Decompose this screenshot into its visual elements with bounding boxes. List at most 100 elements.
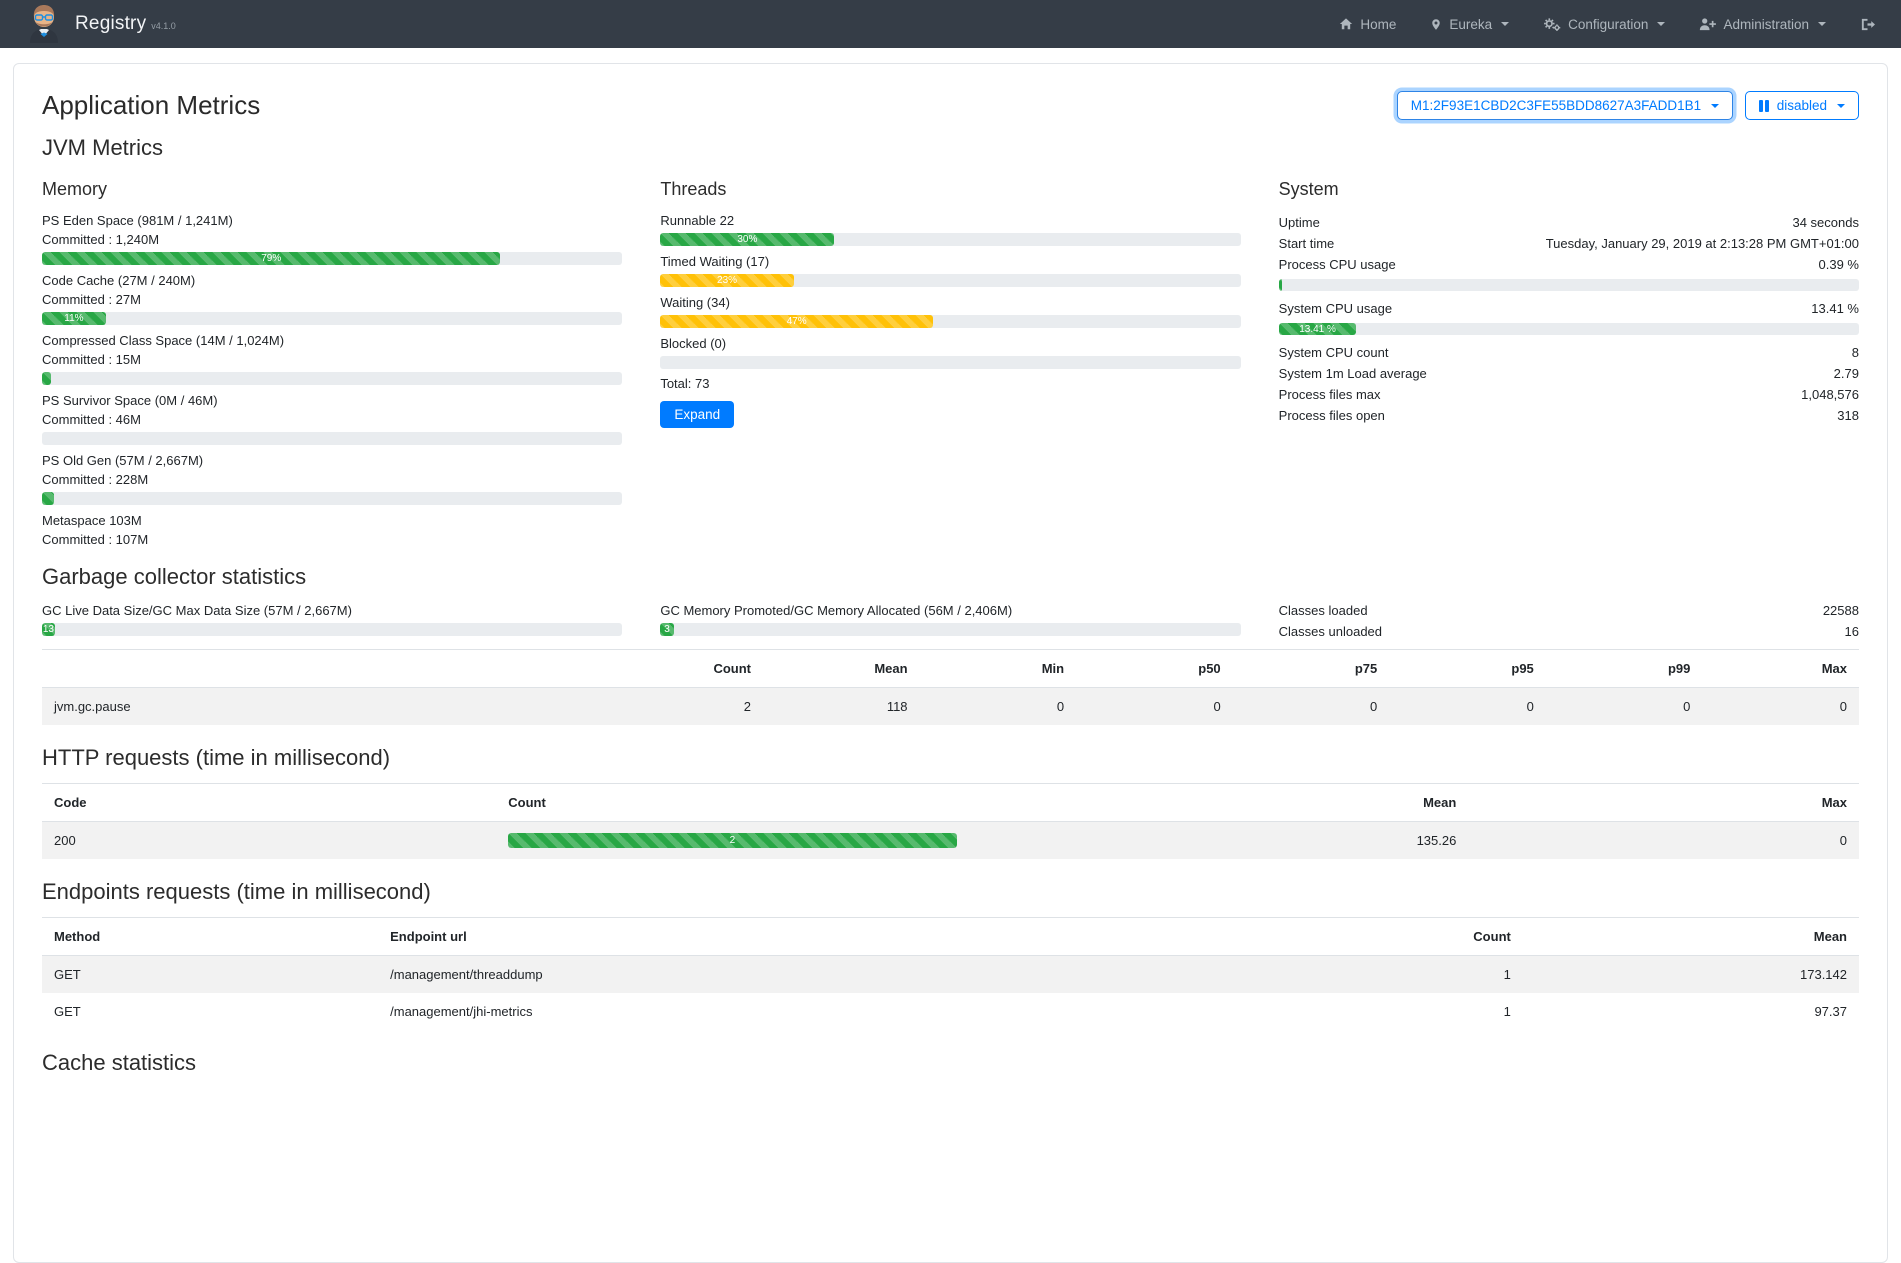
- column-header-p75: p75: [1233, 650, 1390, 688]
- http-count-progress-bar: 2: [508, 833, 956, 848]
- app-title: Registry: [75, 13, 146, 34]
- memory-entry: Code Cache (27M / 240M) Committed : 27M …: [42, 272, 622, 325]
- nav-label-eureka: Eureka: [1449, 17, 1492, 32]
- navbar: Registryv4.1.0 Home Eureka: [0, 0, 1901, 48]
- cell-mean: 173.142: [1523, 956, 1859, 994]
- row-label: System 1m Load average: [1279, 364, 1427, 383]
- table-row: GET /management/jhi-metrics 1 97.37: [42, 993, 1859, 1030]
- column-header-count: Count: [606, 650, 763, 688]
- system-row-start-time: Start time Tuesday, January 29, 2019 at …: [1279, 233, 1859, 254]
- memory-entry: PS Eden Space (981M / 1,241M) Committed …: [42, 212, 622, 265]
- row-value: 34 seconds: [1792, 213, 1859, 232]
- chevron-down-icon: [1837, 104, 1845, 108]
- column-header-p50: p50: [1076, 650, 1233, 688]
- row-label: Uptime: [1279, 213, 1320, 232]
- cell-mean: 118: [763, 688, 920, 726]
- brand[interactable]: Registryv4.1.0: [26, 3, 176, 46]
- memory-committed-label: Committed : 228M: [42, 471, 622, 488]
- chevron-down-icon: [1501, 22, 1509, 26]
- memory-progress-bar: [42, 372, 622, 385]
- nav-item-administration[interactable]: Administration: [1699, 17, 1826, 32]
- sign-out-button[interactable]: [1860, 17, 1875, 32]
- cell-p50: 0: [1076, 688, 1233, 726]
- instance-select-dropdown[interactable]: M1:2F93E1CBD2C3FE55BDD8627A3FADD1B1: [1397, 91, 1733, 120]
- user-plus-icon: [1699, 17, 1716, 31]
- progress-fill: 11%: [42, 312, 106, 325]
- memory-progress-bar: [42, 492, 622, 505]
- row-value: Tuesday, January 29, 2019 at 2:13:28 PM …: [1546, 234, 1859, 253]
- process-cpu-progress-bar: [1279, 279, 1859, 291]
- progress-fill: 47%: [660, 315, 933, 328]
- jhipster-avatar-logo: [26, 3, 62, 46]
- http-requests-heading: HTTP requests (time in millisecond): [42, 745, 1859, 771]
- table-row: GET /management/threaddump 1 173.142: [42, 956, 1859, 994]
- memory-column: Memory PS Eden Space (981M / 1,241M) Com…: [42, 173, 622, 550]
- refresh-dropdown-label: disabled: [1777, 98, 1827, 113]
- nav-item-eureka[interactable]: Eureka: [1430, 17, 1509, 32]
- chevron-down-icon: [1711, 104, 1719, 108]
- navbar-menu: Home Eureka: [1339, 17, 1875, 32]
- thread-entry: Waiting (34) 47%: [660, 294, 1240, 328]
- row-value: 2.79: [1834, 364, 1859, 383]
- progress-fill: 3: [660, 623, 673, 636]
- refresh-disabled-dropdown[interactable]: disabled: [1745, 91, 1859, 120]
- system-cpu-progress-bar: 13.41 %: [1279, 323, 1859, 335]
- threads-total: Total: 73: [660, 376, 1240, 391]
- cache-statistics-heading: Cache statistics: [42, 1050, 1859, 1076]
- cell-method: GET: [42, 993, 378, 1030]
- http-requests-table: Code Count Mean Max 200 2 135.26 0: [42, 783, 1859, 859]
- progress-fill: [1279, 279, 1282, 291]
- progress-fill: 30%: [660, 233, 834, 246]
- memory-committed-label: Committed : 107M: [42, 531, 622, 548]
- memory-progress-bar: [42, 432, 622, 445]
- system-column: System Uptime 34 seconds Start time Tues…: [1279, 173, 1859, 550]
- column-header-count: Count: [496, 784, 968, 822]
- expand-button[interactable]: Expand: [660, 401, 734, 428]
- thread-progress-bar: 30%: [660, 233, 1240, 246]
- pause-icon: [1759, 100, 1769, 112]
- nav-label-home: Home: [1360, 17, 1396, 32]
- cell-p99: 0: [1546, 688, 1703, 726]
- page-title: Application Metrics: [42, 90, 260, 121]
- endpoints-table-header-row: Method Endpoint url Count Mean: [42, 918, 1859, 956]
- memory-pool-label: Metaspace 103M: [42, 512, 622, 529]
- memory-heading: Memory: [42, 179, 622, 200]
- gc-metric-name: jvm.gc.pause: [42, 688, 606, 726]
- thread-state-label: Runnable 22: [660, 212, 1240, 229]
- progress-fill: 13: [42, 623, 55, 636]
- table-row: 200 2 135.26 0: [42, 822, 1859, 860]
- memory-entry: Metaspace 103M Committed : 107M: [42, 512, 622, 548]
- memory-pool-label: Code Cache (27M / 240M): [42, 272, 622, 289]
- cell-count: 1: [1169, 993, 1523, 1030]
- row-value: 22588: [1823, 601, 1859, 620]
- column-header-code: Code: [42, 784, 496, 822]
- row-label: Start time: [1279, 234, 1335, 253]
- column-header-max: Max: [1702, 650, 1859, 688]
- endpoints-requests-table: Method Endpoint url Count Mean GET /mana…: [42, 917, 1859, 1030]
- progress-fill: [42, 372, 51, 385]
- thread-progress-bar: 47%: [660, 315, 1240, 328]
- memory-committed-label: Committed : 27M: [42, 291, 622, 308]
- classes-unloaded-row: Classes unloaded 16: [1279, 621, 1859, 642]
- system-row-load-average: System 1m Load average 2.79: [1279, 363, 1859, 384]
- cell-mean: 97.37: [1523, 993, 1859, 1030]
- column-header-p99: p99: [1546, 650, 1703, 688]
- gears-icon: [1543, 17, 1561, 32]
- column-header-min: Min: [920, 650, 1077, 688]
- table-row: jvm.gc.pause 2 118 0 0 0 0 0 0: [42, 688, 1859, 726]
- gc-bar-label: GC Live Data Size/GC Max Data Size (57M …: [42, 602, 622, 619]
- column-header-method: Method: [42, 918, 378, 956]
- threads-heading: Threads: [660, 179, 1240, 200]
- gc-promoted: GC Memory Promoted/GC Memory Allocated (…: [660, 600, 1240, 643]
- http-table-header-row: Code Count Mean Max: [42, 784, 1859, 822]
- row-value: 8: [1852, 343, 1859, 362]
- cell-mean: 135.26: [969, 822, 1469, 860]
- row-label: System CPU usage: [1279, 299, 1392, 318]
- nav-label-configuration: Configuration: [1568, 17, 1648, 32]
- chevron-down-icon: [1818, 22, 1826, 26]
- memory-committed-label: Committed : 1,240M: [42, 231, 622, 248]
- memory-pool-label: Compressed Class Space (14M / 1,024M): [42, 332, 622, 349]
- nav-item-home[interactable]: Home: [1339, 17, 1396, 32]
- nav-item-configuration[interactable]: Configuration: [1543, 17, 1665, 32]
- cell-max: 0: [1702, 688, 1859, 726]
